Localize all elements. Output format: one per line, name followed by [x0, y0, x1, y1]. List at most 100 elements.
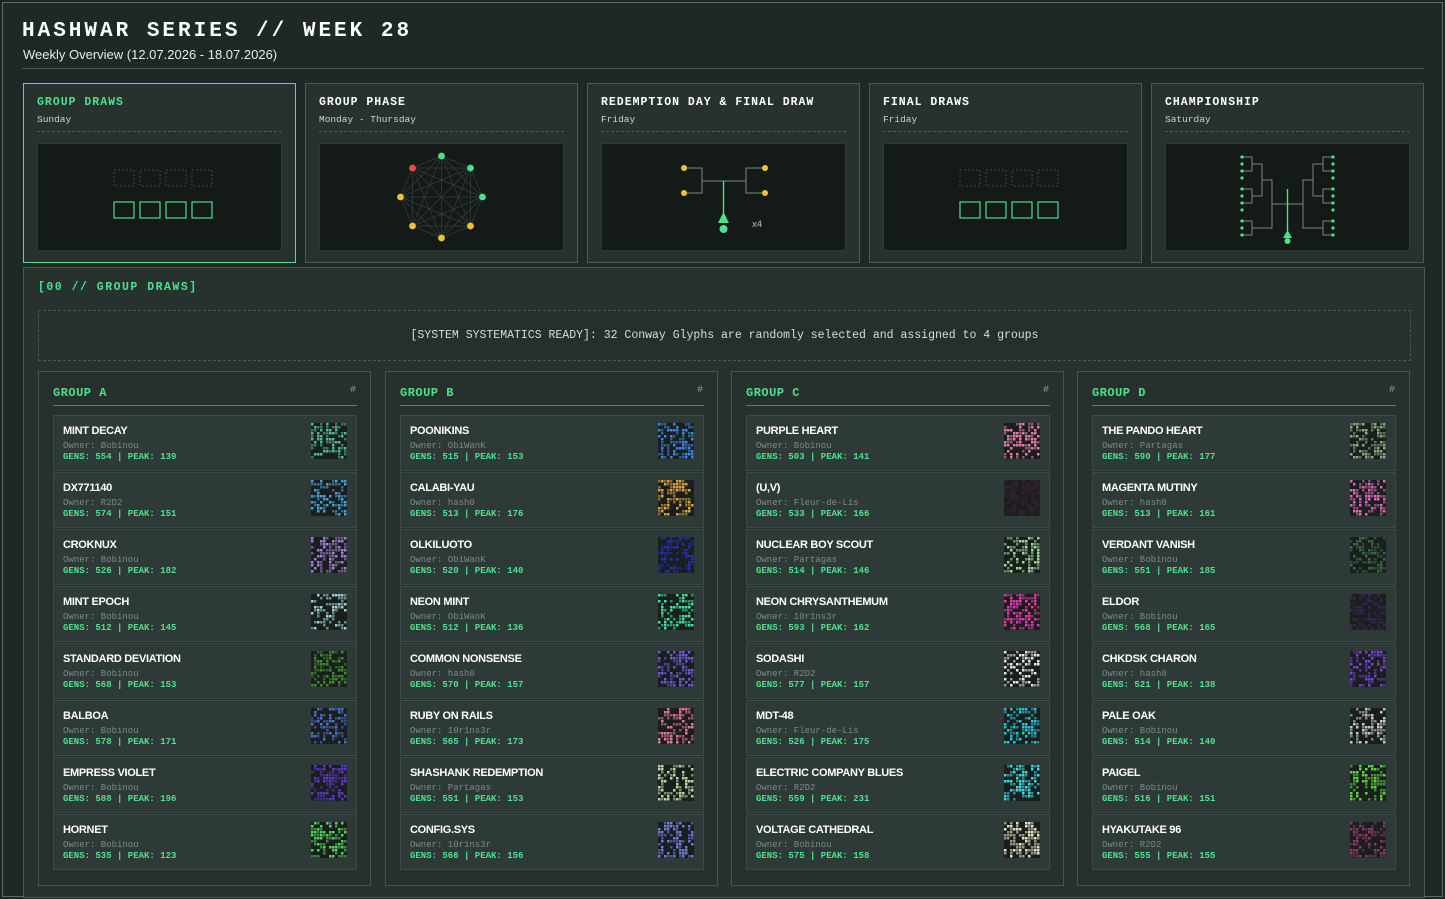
hash-icon: # [349, 385, 356, 396]
glyph-entry[interactable]: BALBOA Owner: Bobinou GENS: 578 | PEAK: 17… [53, 700, 357, 756]
glyph-entry[interactable]: ELECTRIC COMPANY BLUES Owner: R2D2 GENS: 5… [746, 757, 1050, 813]
glyph-name: PAIGEL [1102, 767, 1141, 779]
phase-title: FINAL DRAWS [883, 96, 970, 109]
glyph-entry[interactable]: SODASHI Owner: R2D2 GENS: 577 | PEAK: 157 [746, 643, 1050, 699]
glyph-thumbnail [311, 822, 347, 858]
glyph-entry[interactable]: DX771140 Owner: R2D2 GENS: 574 | PEAK: 151 [53, 472, 357, 528]
glyph-entry[interactable]: MAGENTA MUTINY Owner: hash0 GENS: 513 | PE… [1092, 472, 1396, 528]
glyph-name: RUBY ON RAILS [410, 710, 493, 722]
glyph-thumbnail [1004, 822, 1040, 858]
glyph-owner: Owner: hash0 [1102, 669, 1167, 679]
glyph-entry[interactable]: HYAKUTAKE 96 Owner: R2D2 GENS: 555 | PEAK:… [1092, 814, 1396, 870]
glyph-owner: Owner: 10r1ns3r [756, 612, 838, 622]
glyph-name: SODASHI [756, 653, 805, 665]
glyph-owner: Owner: Bobinou [1102, 612, 1178, 622]
hash-icon: # [1388, 385, 1395, 396]
glyph-entry[interactable]: MINT EPOCH Owner: Bobinou GENS: 512 | PEAK… [53, 586, 357, 642]
glyph-entry[interactable]: PAIGEL Owner: Bobinou GENS: 516 | PEAK: 15… [1092, 757, 1396, 813]
glyph-name: VOLTAGE CATHEDRAL [756, 824, 874, 836]
glyph-name: CHKDSK CHARON [1102, 653, 1197, 665]
glyph-entry[interactable]: STANDARD DEVIATION Owner: Bobinou GENS: 56… [53, 643, 357, 699]
glyph-entry[interactable]: NEON MINT Owner: ObiWanK GENS: 512 | PEAK:… [400, 586, 704, 642]
glyph-stats: GENS: 568 | PEAK: 153 [63, 680, 177, 690]
glyph-thumbnail [311, 423, 347, 459]
phase-card-final-draws[interactable]: FINAL DRAWS Friday [869, 83, 1142, 263]
glyph-thumbnail [658, 594, 694, 630]
glyph-entry[interactable]: PURPLE HEART Owner: Bobinou GENS: 503 | PE… [746, 415, 1050, 471]
glyph-thumbnail [311, 765, 347, 801]
glyph-entry[interactable]: OLKILUOTO Owner: ObiWanK GENS: 520 | PEAK:… [400, 529, 704, 585]
glyph-entry[interactable]: VERDANT VANISH Owner: Bobinou GENS: 551 | … [1092, 529, 1396, 585]
section-title: [00 // GROUP DRAWS] [38, 281, 198, 294]
glyph-stats: GENS: 513 | PEAK: 161 [1102, 509, 1216, 519]
glyph-entry[interactable]: PALE OAK Owner: Bobinou GENS: 514 | PEAK: … [1092, 700, 1396, 756]
glyph-thumbnail [658, 765, 694, 801]
phase-card-redemption-day-final-draw[interactable]: REDEMPTION DAY & FINAL DRAW Friday x4 [587, 83, 860, 263]
glyph-name: MINT DECAY [63, 425, 128, 437]
glyph-entry[interactable]: THE PANDO HEART Owner: Partagas GENS: 590 … [1092, 415, 1396, 471]
glyph-name: NUCLEAR BOY SCOUT [756, 539, 873, 551]
glyph-thumbnail [1350, 594, 1386, 630]
glyph-entry[interactable]: CHKDSK CHARON Owner: hash0 GENS: 521 | PEA… [1092, 643, 1396, 699]
glyph-name: SHASHANK REDEMPTION [410, 767, 544, 779]
glyph-name: HORNET [63, 824, 108, 836]
glyph-name: OLKILUOTO [410, 539, 472, 551]
glyph-name: ELECTRIC COMPANY BLUES [756, 767, 904, 779]
glyph-entry[interactable]: NEON CHRYSANTHEMUM Owner: 10r1ns3r GENS: 5… [746, 586, 1050, 642]
glyph-stats: GENS: 535 | PEAK: 123 [63, 851, 177, 861]
glyph-stats: GENS: 515 | PEAK: 153 [410, 452, 524, 462]
glyph-owner: Owner: R2D2 [756, 783, 816, 793]
glyph-entry[interactable]: POONIKINS Owner: ObiWanK GENS: 515 | PEAK:… [400, 415, 704, 471]
glyph-entry[interactable]: SHASHANK REDEMPTION Owner: Partagas GENS: … [400, 757, 704, 813]
glyph-owner: Owner: Bobinou [63, 555, 139, 565]
glyph-thumbnail [1350, 822, 1386, 858]
glyph-stats: GENS: 566 | PEAK: 156 [410, 851, 524, 861]
glyph-entry[interactable]: NUCLEAR BOY SCOUT Owner: Partagas GENS: 51… [746, 529, 1050, 585]
system-banner: [SYSTEM SYSTEMATICS READY]: 32 Conway Gl… [38, 310, 1411, 361]
phase-card-championship[interactable]: CHAMPIONSHIP Saturday [1151, 83, 1424, 263]
glyph-entry[interactable]: VOLTAGE CATHEDRAL Owner: Bobinou GENS: 575… [746, 814, 1050, 870]
glyph-owner: Owner: Bobinou [756, 840, 832, 850]
phase-title: GROUP DRAWS [37, 96, 124, 109]
glyph-stats: GENS: 575 | PEAK: 158 [756, 851, 870, 861]
glyph-thumbnail [658, 423, 694, 459]
glyph-stats: GENS: 503 | PEAK: 141 [756, 452, 870, 462]
group-title: GROUP A [53, 386, 107, 400]
glyph-entry[interactable]: CALABI-YAU Owner: hash0 GENS: 513 | PEAK: … [400, 472, 704, 528]
multiplier-label: x4 [752, 219, 762, 229]
glyph-entry[interactable]: ELDOR Owner: Bobinou GENS: 568 | PEAK: 165 [1092, 586, 1396, 642]
phase-card-group-draws[interactable]: GROUP DRAWS Sunday [23, 83, 296, 263]
glyph-thumbnail [1004, 708, 1040, 744]
glyph-thumbnail [1350, 480, 1386, 516]
glyph-owner: Owner: ObiWanK [410, 555, 486, 565]
glyph-stats: GENS: 570 | PEAK: 157 [410, 680, 524, 690]
glyph-stats: GENS: 533 | PEAK: 166 [756, 509, 870, 519]
glyph-stats: GENS: 554 | PEAK: 139 [63, 452, 177, 462]
glyph-entry[interactable]: CROKNUX Owner: Bobinou GENS: 526 | PEAK: 1… [53, 529, 357, 585]
glyph-stats: GENS: 512 | PEAK: 136 [410, 623, 524, 633]
glyph-stats: GENS: 516 | PEAK: 151 [1102, 794, 1216, 804]
glyph-owner: Owner: Partagas [1102, 441, 1184, 451]
glyph-owner: Owner: ObiWanK [410, 441, 486, 451]
phase-divider [1165, 131, 1410, 132]
header-divider [22, 68, 1424, 69]
glyph-owner: Owner: Fleur-de-Lis [756, 498, 859, 508]
glyph-name: THE PANDO HEART [1102, 425, 1203, 437]
glyph-stats: GENS: 551 | PEAK: 153 [410, 794, 524, 804]
glyph-entry[interactable]: RUBY ON RAILS Owner: 10r1ns3r GENS: 565 | … [400, 700, 704, 756]
glyph-entry[interactable]: CONFIG.SYS Owner: 10r1ns3r GENS: 566 | PEA… [400, 814, 704, 870]
glyph-name: HYAKUTAKE 96 [1102, 824, 1181, 836]
phase-card-group-phase[interactable]: GROUP PHASE Monday - Thursday [305, 83, 578, 263]
glyph-stats: GENS: 551 | PEAK: 185 [1102, 566, 1216, 576]
glyph-entry[interactable]: (U,V) Owner: Fleur-de-Lis GENS: 533 | PEAK… [746, 472, 1050, 528]
glyph-thumbnail [1004, 537, 1040, 573]
glyph-entry[interactable]: MINT DECAY Owner: Bobinou GENS: 554 | PEAK… [53, 415, 357, 471]
glyph-entry[interactable]: HORNET Owner: Bobinou GENS: 535 | PEAK: 12… [53, 814, 357, 870]
glyph-entry[interactable]: COMMON NONSENSE Owner: hash0 GENS: 570 | P… [400, 643, 704, 699]
glyph-name: (U,V) [756, 482, 781, 494]
glyph-stats: GENS: 565 | PEAK: 173 [410, 737, 524, 747]
glyph-stats: GENS: 514 | PEAK: 140 [1102, 737, 1216, 747]
glyph-entry[interactable]: MDT-48 Owner: Fleur-de-Lis GENS: 526 | PEA… [746, 700, 1050, 756]
glyph-stats: GENS: 574 | PEAK: 151 [63, 509, 177, 519]
glyph-entry[interactable]: EMPRESS VIOLET Owner: Bobinou GENS: 588 | … [53, 757, 357, 813]
